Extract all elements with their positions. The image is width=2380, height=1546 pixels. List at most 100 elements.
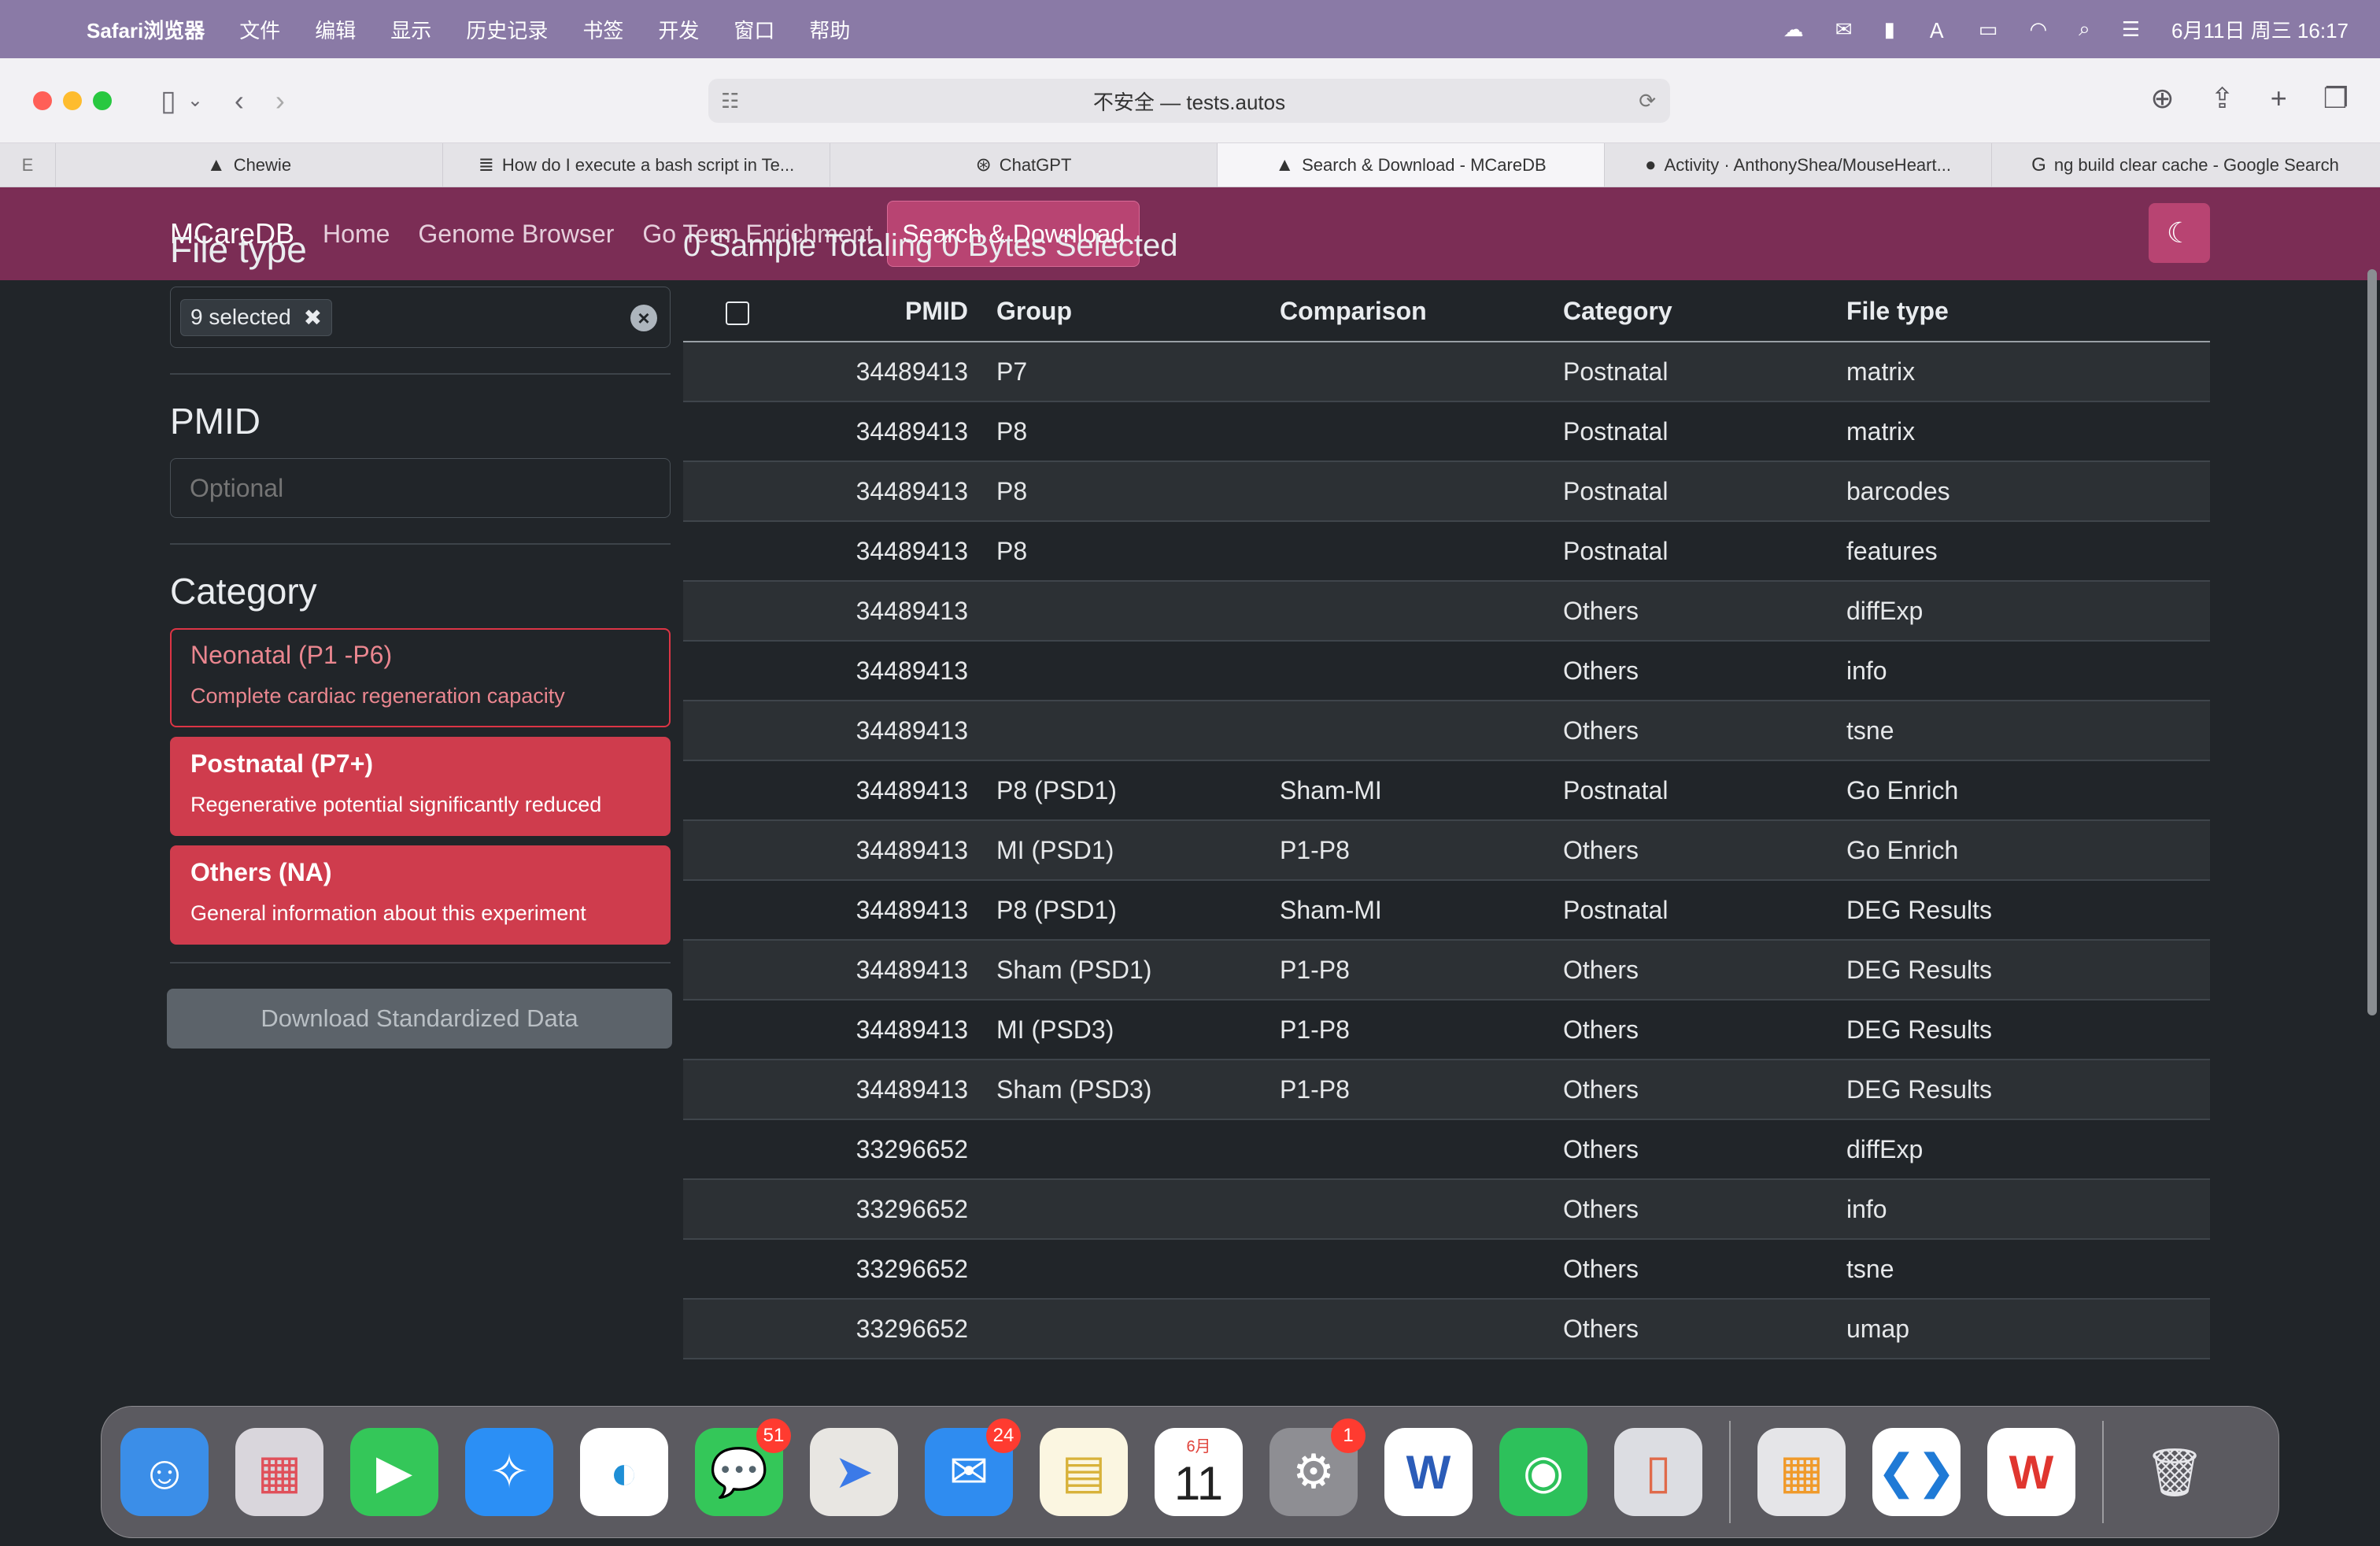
table-row[interactable]: 34489413 P8 Postnatal features — [683, 521, 2210, 582]
table-row[interactable]: 34489413 Others diffExp — [683, 581, 2210, 642]
page-settings-icon[interactable]: ☷ — [721, 89, 739, 113]
row-select-cell[interactable] — [683, 521, 793, 582]
calculator-icon[interactable]: ▦ — [1757, 1428, 1846, 1516]
table-row[interactable]: 34489413 P8 Postnatal barcodes — [683, 461, 2210, 522]
trash-icon[interactable]: 🗑 — [2131, 1428, 2219, 1516]
category-postnatal-button[interactable]: Postnatal (P7+) Regenerative potential s… — [170, 737, 671, 836]
table-row[interactable]: 34489413 Others tsne — [683, 701, 2210, 761]
file-type-select[interactable]: 9 selected ✖ × — [170, 287, 671, 348]
address-bar[interactable]: ☷ 不安全 — tests.autos ⟳ — [708, 79, 1670, 123]
tab-google[interactable]: Gng build clear cache - Google Search — [1991, 143, 2378, 187]
table-row[interactable]: 34489413 P8 (PSD1) Sham-MI Postnatal DEG Res… — [683, 880, 2210, 941]
wechat-icon[interactable]: ✉ — [1835, 17, 1853, 42]
menu-window[interactable]: 窗口 — [716, 15, 792, 44]
table-row[interactable]: 34489413 P8 (PSD1) Sham-MI Postnatal Go Enri… — [683, 760, 2210, 821]
table-row[interactable]: 34489413 P8 Postnatal matrix — [683, 401, 2210, 462]
row-select-cell[interactable] — [683, 1239, 793, 1300]
chevron-down-icon[interactable]: ⌄ — [187, 89, 203, 112]
tab-stackoverflow[interactable]: ≣ How do I execute a bash script in Te... — [442, 143, 830, 187]
row-select-cell[interactable] — [683, 880, 793, 941]
notes-icon[interactable]: ▤ — [1040, 1428, 1128, 1516]
row-select-cell[interactable] — [683, 1000, 793, 1060]
clear-selection-icon[interactable]: × — [630, 305, 657, 331]
wps-icon[interactable]: W — [1987, 1428, 2075, 1516]
header-group[interactable]: Group — [982, 282, 1266, 342]
word-icon[interactable]: W — [1384, 1428, 1473, 1516]
zoom-window-button[interactable] — [93, 91, 112, 110]
forward-arrow-icon[interactable]: › — [275, 84, 285, 117]
tab-github[interactable]: ● Activity · AnthonyShea/MouseHeart... — [1604, 143, 1991, 187]
menu-edit[interactable]: 编辑 — [298, 15, 373, 44]
table-row[interactable]: 33296652 Others umap — [683, 1299, 2210, 1359]
tab-overview-icon[interactable]: ❐ — [2323, 82, 2349, 115]
menu-file[interactable]: 文件 — [222, 15, 298, 44]
control-center-icon[interactable]: ☰ — [2122, 17, 2140, 42]
header-comparison[interactable]: Comparison — [1266, 282, 1549, 342]
menu-bookmarks[interactable]: 书签 — [565, 15, 641, 44]
row-select-cell[interactable] — [683, 820, 793, 881]
facetime-icon[interactable]: ▶ — [350, 1428, 438, 1516]
wifi-icon[interactable]: ◠ — [2029, 17, 2047, 42]
wechat-dock-icon[interactable]: ◉ — [1499, 1428, 1587, 1516]
messages-icon[interactable]: 💬 51 — [695, 1418, 791, 1516]
row-select-cell[interactable] — [683, 1299, 793, 1359]
input-method-icon[interactable]: Ａ — [1927, 15, 1947, 44]
table-row[interactable]: 34489413 Sham (PSD3) P1-P8 Others DEG Result… — [683, 1060, 2210, 1120]
table-row[interactable]: 33296652 Others info — [683, 1179, 2210, 1240]
tab-chatgpt[interactable]: ⊛ ChatGPT — [830, 143, 1217, 187]
pmid-input[interactable] — [170, 458, 671, 518]
menu-develop[interactable]: 开发 — [641, 15, 716, 44]
row-select-cell[interactable] — [683, 581, 793, 642]
menu-app-name[interactable]: Safari浏览器 — [87, 15, 222, 44]
menu-view[interactable]: 显示 — [373, 15, 449, 44]
contacts-icon[interactable]: ▮ — [1884, 17, 1895, 42]
translate-reload-icon[interactable]: ⟳ — [1639, 89, 1656, 113]
menu-help[interactable]: 帮助 — [792, 15, 867, 44]
download-standardized-data-button[interactable]: Download Standardized Data — [167, 989, 672, 1049]
header-category[interactable]: Category — [1549, 282, 1832, 342]
table-row[interactable]: 34489413 MI (PSD3) P1-P8 Others DEG Results — [683, 1000, 2210, 1060]
edge-icon[interactable]: ◐ — [580, 1428, 668, 1516]
iphone-mirroring-icon[interactable]: ▯ — [1614, 1428, 1702, 1516]
new-tab-icon[interactable]: + — [2271, 82, 2287, 115]
vscode-icon[interactable]: ❮❯ — [1872, 1428, 1961, 1516]
category-others-button[interactable]: Others (NA) General information about th… — [170, 845, 671, 945]
launchpad-icon[interactable]: ▦ — [235, 1428, 323, 1516]
menu-history[interactable]: 历史记录 — [449, 15, 565, 44]
row-select-cell[interactable] — [683, 342, 793, 402]
maps-icon[interactable]: ➤ — [810, 1428, 898, 1516]
row-select-cell[interactable] — [683, 940, 793, 1000]
chip-remove-icon[interactable]: ✖ — [304, 305, 322, 331]
table-row[interactable]: 34489413 P7 Postnatal matrix — [683, 342, 2210, 402]
table-row[interactable]: 33296652 Others diffExp — [683, 1119, 2210, 1180]
calendar-icon[interactable]: 6月 11 — [1155, 1428, 1243, 1516]
safari-icon[interactable]: ✧ — [465, 1428, 553, 1516]
header-file-type[interactable]: File type — [1832, 282, 2210, 342]
header-pmid[interactable]: PMID — [793, 282, 982, 342]
battery-icon[interactable]: ▭ — [1979, 17, 1998, 42]
row-select-cell[interactable] — [683, 641, 793, 701]
row-select-cell[interactable] — [683, 760, 793, 821]
cloud-icon[interactable]: ☁ — [1783, 17, 1804, 42]
category-neonatal-button[interactable]: Neonatal (P1 -P6) Complete cardiac regen… — [170, 628, 671, 727]
table-row[interactable]: 33296652 Others tsne — [683, 1239, 2210, 1300]
table-row[interactable]: 34489413 MI (PSD1) P1-P8 Others Go Enrich — [683, 820, 2210, 881]
row-select-cell[interactable] — [683, 1119, 793, 1180]
system-settings-icon[interactable]: ⚙ 1 — [1269, 1418, 1366, 1516]
row-select-cell[interactable] — [683, 401, 793, 462]
mail-icon[interactable]: ✉ 24 — [925, 1418, 1021, 1516]
downloads-icon[interactable]: ⊕ — [2150, 82, 2174, 115]
row-select-cell[interactable] — [683, 461, 793, 522]
spotlight-search-icon[interactable]: ⌕ — [2079, 17, 2090, 42]
back-arrow-icon[interactable]: ‹ — [235, 84, 244, 117]
tab-group-icon[interactable]: E — [0, 143, 55, 187]
table-row[interactable]: 34489413 Sham (PSD1) P1-P8 Others DEG Result… — [683, 940, 2210, 1000]
row-select-cell[interactable] — [683, 1060, 793, 1120]
row-select-cell[interactable] — [683, 701, 793, 761]
sidebar-toggle-icon[interactable]: ▯ — [161, 84, 176, 117]
menubar-clock[interactable]: 6月11日 周三 16:17 — [2171, 15, 2349, 44]
close-window-button[interactable] — [33, 91, 52, 110]
table-row[interactable]: 34489413 Others info — [683, 641, 2210, 701]
finder-icon[interactable]: ☺ — [120, 1428, 209, 1516]
tab-mcaredb[interactable]: ▲ Search & Download - MCareDB — [1217, 143, 1604, 187]
